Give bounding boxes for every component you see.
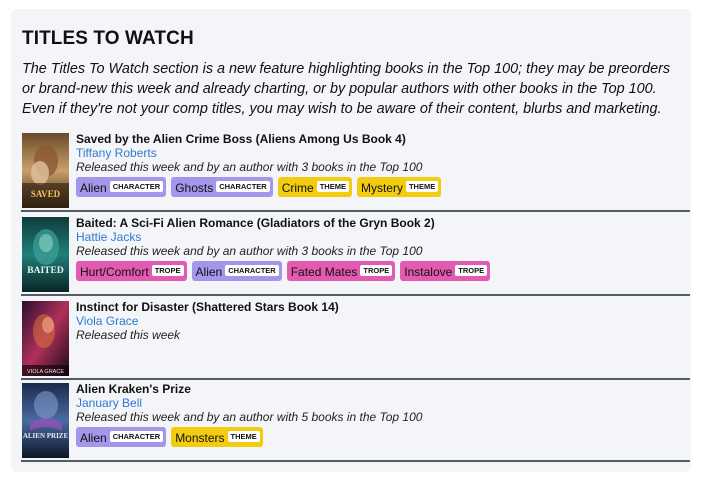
tag-kind: TROPE [360, 265, 393, 277]
tag-chip[interactable]: Mystery THEME [356, 177, 442, 197]
tag-label: Crime [281, 180, 314, 195]
tag-chip[interactable]: Instalove TROPE [400, 261, 491, 281]
tag-kind: CHARACTER [109, 181, 164, 193]
tag-chip[interactable]: Alien CHARACTER [76, 427, 167, 447]
book-title: Instinct for Disaster (Shattered Stars B… [76, 300, 339, 314]
tag-kind: TROPE [151, 265, 184, 277]
release-note: Released this week and by an author with… [76, 410, 423, 424]
book-row: BAITED Baited: A Sci-Fi Alien Romance (G… [21, 215, 690, 296]
tag-kind: TROPE [455, 265, 488, 277]
book-row: VIOLA GRACE Instinct for Disaster (Shatt… [21, 299, 690, 380]
tag-chip[interactable]: Ghosts CHARACTER [171, 177, 273, 197]
tag-label: Instalove [404, 264, 453, 279]
section-title: TITLES TO WATCH [22, 28, 194, 49]
author-link[interactable]: Viola Grace [76, 314, 690, 328]
tag-chip[interactable]: Alien CHARACTER [191, 261, 282, 281]
tag-chip[interactable]: Alien CHARACTER [76, 177, 167, 197]
tag-list: Hurt/Comfort TROPE Alien CHARACTER Fated Mat… [76, 261, 690, 283]
tag-kind: THEME [227, 431, 260, 443]
cover-title-text: ALIEN PRIZE [23, 432, 69, 440]
tag-label: Alien [80, 430, 107, 445]
tag-kind: CHARACTER [225, 265, 279, 277]
tag-list: Alien CHARACTER Monsters THEME [76, 427, 690, 449]
tag-kind: THEME [316, 181, 349, 193]
book-title: Alien Kraken's Prize [76, 382, 191, 396]
cover-title-text: VIOLA GRACE [27, 369, 64, 375]
book-info: Instinct for Disaster (Shattered Stars B… [76, 299, 690, 342]
book-cover[interactable]: VIOLA GRACE [22, 301, 69, 376]
cover-title-text: BAITED [27, 266, 64, 276]
author-link[interactable]: Hattie Jacks [76, 230, 690, 244]
release-note: Released this week and by an author with… [76, 244, 423, 258]
tag-chip[interactable]: Monsters THEME [171, 427, 263, 447]
tag-label: Fated Mates [290, 264, 358, 279]
tag-list: Alien CHARACTER Ghosts CHARACTER Crime THEME M… [76, 177, 690, 199]
book-cover[interactable]: BAITED [22, 217, 69, 292]
section-intro: The Titles To Watch section is a new fea… [22, 61, 671, 117]
tag-chip[interactable]: Crime THEME [277, 177, 352, 197]
tag-chip[interactable]: Hurt/Comfort TROPE [76, 261, 187, 281]
tag-chip[interactable]: Fated Mates TROPE [286, 261, 396, 281]
book-info: Saved by the Alien Crime Boss (Aliens Am… [76, 131, 690, 199]
author-link[interactable]: Tiffany Roberts [76, 146, 690, 160]
book-row: SAVED Saved by the Alien Crime Boss (Ali… [21, 131, 690, 212]
tag-label: Alien [195, 264, 223, 279]
release-note: Released this week [76, 328, 181, 342]
tag-kind: CHARACTER [216, 181, 270, 193]
book-title: Baited: A Sci-Fi Alien Romance (Gladiato… [76, 216, 435, 230]
tag-label: Monsters [175, 430, 225, 445]
book-cover[interactable]: SAVED [22, 133, 69, 208]
tag-label: Hurt/Comfort [80, 264, 149, 279]
book-info: Baited: A Sci-Fi Alien Romance (Gladiato… [76, 215, 690, 283]
tag-kind: CHARACTER [109, 431, 164, 443]
book-title: Saved by the Alien Crime Boss (Aliens Am… [76, 132, 406, 146]
cover-title-text: SAVED [31, 189, 61, 199]
titles-to-watch-panel: TITLES TO WATCH The Titles To Watch sect… [11, 9, 691, 472]
book-cover[interactable]: ALIEN PRIZE [22, 383, 69, 458]
book-info: Alien Kraken's Prize January Bell Releas… [76, 381, 690, 449]
book-row: ALIEN PRIZE Alien Kraken's Prize January… [21, 381, 690, 462]
tag-label: Ghosts [175, 180, 214, 195]
author-link[interactable]: January Bell [76, 396, 690, 410]
tag-label: Alien [80, 180, 107, 195]
release-note: Released this week and by an author with… [76, 160, 423, 174]
tag-label: Mystery [360, 180, 403, 195]
tag-kind: THEME [405, 181, 439, 193]
